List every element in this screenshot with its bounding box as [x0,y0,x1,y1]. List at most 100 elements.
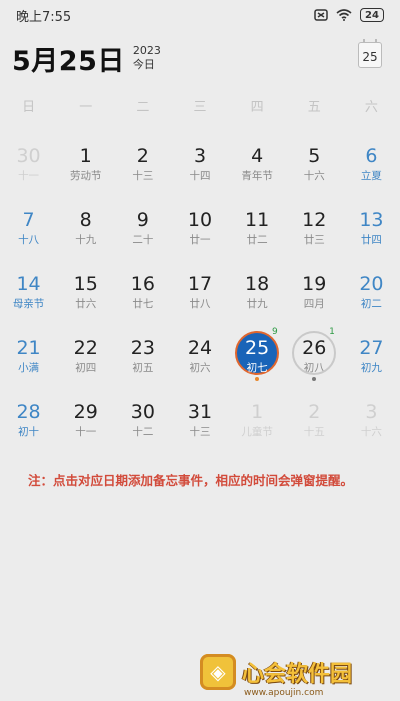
day-number: 3 [193,145,207,167]
day-cell[interactable]: 20 初二 [343,267,400,331]
day-cell[interactable]: 29 十一 [57,395,114,459]
day-cell[interactable]: 23 初五 [114,331,171,395]
day-cell[interactable]: 28 初十 [0,395,57,459]
day-cell[interactable]: 30 十一 [0,139,57,203]
day-cell[interactable]: 19 四月 [286,267,343,331]
lunar-label: 初二 [360,298,382,310]
day-number: 25 [245,337,270,359]
day-number: 7 [22,209,35,231]
day-number: 29 [73,401,98,423]
status-icons: 24 [314,8,384,22]
lunar-label: 廿九 [246,298,268,310]
day-cell[interactable]: 6 立夏 [343,139,400,203]
lunar-label: 四月 [303,298,325,310]
day-number: 1 [251,401,264,423]
day-number: 18 [245,273,270,295]
day-number: 12 [302,209,327,231]
day-cell[interactable]: 1 26 初八 [286,327,343,395]
day-number: 4 [251,145,264,167]
no-sim-icon [314,9,328,21]
day-number: 30 [16,145,41,167]
lunar-label: 初五 [132,362,154,374]
day-cell[interactable]: 21 小满 [0,331,57,395]
day-cell[interactable]: 1 劳动节 [57,139,114,203]
day-number: 24 [187,337,213,359]
day-cell[interactable]: 13 廿四 [343,203,400,267]
day-number: 6 [365,145,378,167]
weekday-sat: 六 [364,100,378,115]
day-cell[interactable]: 31 十三 [171,395,228,459]
lunar-label: 初六 [189,362,211,374]
watermark-text: 心会软件园 [242,662,353,687]
day-number: 16 [130,273,155,295]
lunar-label: 青年节 [241,170,273,182]
lunar-label: 初九 [360,362,382,374]
lunar-label: 劳动节 [69,170,102,182]
day-number: 9 [136,209,149,231]
day-cell[interactable]: 24 初六 [171,331,228,395]
day-number: 17 [187,273,213,295]
day-cell[interactable]: 4 青年节 [229,139,286,203]
weekday-header: 日 一 二 三 四 五 六 [0,96,400,120]
day-cell[interactable]: 12 廿三 [286,203,343,267]
lunar-label: 小满 [18,362,40,374]
day-cell[interactable]: 2 十五 [286,395,343,459]
day-cell[interactable]: 17 廿八 [171,267,228,331]
weekday-thu: 四 [250,100,264,115]
day-number: 11 [245,209,270,231]
status-bar: 晚上7:55 24 [0,0,400,30]
lunar-label: 初七 [246,362,268,374]
day-number: 31 [187,401,213,423]
day-cell[interactable]: 18 廿九 [229,267,286,331]
lunar-label: 十六 [360,426,382,438]
day-number: 28 [16,401,41,423]
lunar-label: 十八 [18,234,40,246]
battery-icon: 24 [360,8,384,22]
weekday-sun: 日 [22,100,36,115]
lunar-label: 廿一 [189,234,211,246]
calendar-header: 5月25日 2023 今日 25 [12,36,388,80]
day-cell[interactable]: 14 母亲节 [0,267,57,331]
lunar-label: 廿八 [189,298,211,310]
day-cell[interactable]: 22 初四 [57,331,114,395]
day-cell[interactable]: 7 十八 [0,203,57,267]
day-cell-today[interactable]: 9 25 初七 [229,327,286,395]
day-cell[interactable]: 10 廿一 [171,203,228,267]
day-number: 27 [359,337,384,359]
day-cell[interactable]: 9 二十 [114,203,171,267]
event-dot [312,377,317,381]
day-cell[interactable]: 30 十二 [114,395,171,459]
day-cell[interactable]: 15 廿六 [57,267,114,331]
day-number: 8 [79,209,92,231]
day-cell[interactable]: 11 廿二 [229,203,286,267]
day-cell[interactable]: 5 十六 [286,139,343,203]
lunar-label: 廿四 [360,234,382,246]
jump-to-today-button[interactable]: 25 [358,39,382,68]
tip-note: 注：点击对应日期添加备忘事件，相应的时间会弹窗提醒。 [28,473,354,488]
weekday-wed: 三 [193,100,207,115]
lunar-label: 十九 [75,234,97,246]
calendar-grid: 30 十一 1 劳动节 2 十三 3 十四 4 青年节 5 十六 6 立夏 7 十八 8 十九 9 二十 10 廿一 11 廿… [0,139,400,459]
year-box: 2023 今日 [133,44,161,72]
lunar-label: 初十 [18,426,40,438]
day-cell[interactable]: 27 初九 [343,331,400,395]
lunar-label: 十四 [189,170,211,182]
day-cell[interactable]: 8 十九 [57,203,114,267]
lunar-label: 廿三 [303,234,325,246]
lunar-label: 二十 [132,234,154,246]
day-cell[interactable]: 3 十六 [343,395,400,459]
day-cell[interactable]: 1 儿童节 [229,395,286,459]
day-number: 21 [16,337,41,359]
day-cell[interactable]: 16 廿七 [114,267,171,331]
day-cell[interactable]: 2 十三 [114,139,171,203]
day-number: 20 [359,273,384,295]
day-number: 5 [308,145,321,167]
lunar-label: 十二 [132,426,154,438]
weekday-fri: 五 [307,100,321,115]
today-label: 今日 [132,58,155,71]
day-cell[interactable]: 3 十四 [171,139,228,203]
day-number: 2 [136,145,149,167]
day-number: 14 [16,273,41,295]
weekday-mon: 一 [79,100,93,115]
event-count-badge: 1 [329,327,335,337]
